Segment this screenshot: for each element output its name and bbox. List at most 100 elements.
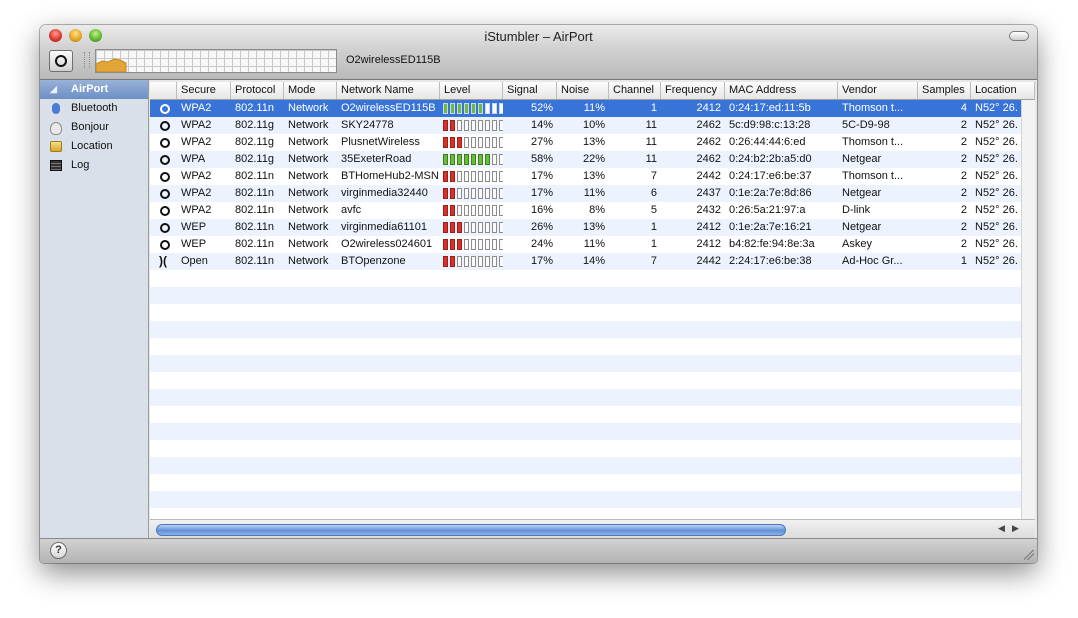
frequency-cell: 2412	[696, 102, 721, 114]
mac-address-cell: 0:26:5a:21:97:a	[729, 204, 806, 216]
column-header-protocol[interactable]: Protocol	[231, 82, 284, 99]
network-ring-icon	[160, 121, 170, 131]
frequency-cell: 2412	[696, 238, 721, 250]
frequency-cell: 2432	[696, 204, 721, 216]
help-button[interactable]: ?	[50, 542, 67, 559]
samples-cell: 2	[960, 170, 967, 182]
level-segment	[464, 120, 469, 131]
mac-address-cell: 0:26:44:44:6:ed	[729, 136, 806, 148]
resize-grip-icon[interactable]	[1024, 550, 1034, 560]
level-segment	[485, 137, 490, 148]
samples-cell: 2	[960, 136, 967, 148]
scan-toggle-button[interactable]	[49, 50, 73, 72]
mode-cell: Network	[288, 136, 329, 148]
protocol-cell: 802.11n	[235, 204, 274, 216]
level-segment	[464, 256, 469, 267]
network-ring-icon	[160, 138, 170, 148]
column-header-location[interactable]: Location	[971, 82, 1035, 99]
level-segment	[443, 239, 448, 250]
level-segment	[457, 154, 462, 165]
column-header-frequency[interactable]: Frequency	[661, 82, 725, 99]
empty-table-row	[150, 372, 1022, 389]
protocol-cell: 802.11g	[235, 136, 274, 148]
level-segment	[457, 137, 462, 148]
column-header-noise[interactable]: Noise	[557, 82, 609, 99]
bonjour-icon	[50, 122, 62, 135]
network-name-cell: PlusnetWireless	[341, 136, 420, 148]
column-header-secure[interactable]: Secure	[177, 82, 231, 99]
mode-cell: Network	[288, 221, 329, 233]
level-segment	[443, 256, 448, 267]
network-ring-icon	[160, 104, 170, 114]
vendor-cell: Thomson t...	[842, 102, 904, 114]
table-row[interactable]: )(Open 802.11n Network BTOpenzone 17% 14% 7 244…	[150, 253, 1022, 270]
mac-address-cell: 0:24:17:ed:11:5b	[729, 102, 811, 114]
column-header-channel[interactable]: Channel	[609, 82, 661, 99]
secure-cell: WEP	[181, 238, 207, 250]
horizontal-scrollbar[interactable]: ◀ ▶	[150, 519, 1035, 538]
scroll-right-arrow[interactable]: ▶	[1012, 523, 1019, 534]
table-row[interactable]: WEP 802.11n Network O2wireless024601 24% 11% 1…	[150, 236, 1022, 253]
network-table[interactable]: Secure Protocol Mode Network Name Level Signa…	[150, 82, 1035, 538]
sidebar-item-log[interactable]: Log	[40, 156, 148, 175]
table-row[interactable]: WPA2 802.11g Network SKY24778 14% 10% 11 2462 5c…	[150, 117, 1022, 134]
level-meter	[440, 168, 503, 185]
horizontal-scroll-thumb[interactable]	[156, 524, 786, 536]
level-meter	[440, 253, 503, 270]
column-header-status[interactable]	[150, 82, 177, 99]
protocol-cell: 802.11g	[235, 119, 274, 131]
empty-table-row	[150, 474, 1022, 491]
column-header-mode[interactable]: Mode	[284, 82, 337, 99]
vertical-scrollbar[interactable]	[1021, 100, 1035, 520]
status-cell	[150, 168, 177, 185]
column-header-mac-address[interactable]: MAC Address	[725, 82, 838, 99]
network-name-cell: SKY24778	[341, 119, 394, 131]
column-header-samples[interactable]: Samples	[918, 82, 971, 99]
sidebar-item-bonjour[interactable]: Bonjour	[40, 118, 148, 137]
level-segment	[450, 154, 455, 165]
table-row[interactable]: WPA2 802.11g Network PlusnetWireless 27% 13% 1…	[150, 134, 1022, 151]
sidebar-item-label: Location	[71, 140, 113, 152]
level-segment	[492, 171, 497, 182]
column-header-vendor[interactable]: Vendor	[838, 82, 918, 99]
frequency-cell: 2462	[696, 153, 721, 165]
level-segment	[464, 205, 469, 216]
scroll-left-arrow[interactable]: ◀	[998, 523, 1005, 534]
table-row[interactable]: WPA2 802.11n Network O2wirelessED115B 52% 11%…	[150, 100, 1022, 117]
toolbar-toggle-button[interactable]	[1009, 31, 1029, 41]
mode-cell: Network	[288, 153, 329, 165]
level-segment	[450, 222, 455, 233]
level-segment	[478, 205, 483, 216]
level-segment	[457, 205, 462, 216]
empty-table-row	[150, 287, 1022, 304]
current-network-label: O2wirelessED115B	[346, 54, 441, 66]
level-segment	[485, 205, 490, 216]
secure-cell: WPA2	[181, 102, 212, 114]
level-segment	[492, 154, 497, 165]
table-header: Secure Protocol Mode Network Name Level Signa…	[150, 82, 1035, 100]
location-icon	[50, 141, 62, 152]
sidebar-item-bluetooth[interactable]: Bluetooth	[40, 99, 148, 118]
column-header-signal[interactable]: Signal	[503, 82, 557, 99]
table-row[interactable]: WPA 802.11g Network 35ExeterRoad 58% 22% 11 246…	[150, 151, 1022, 168]
samples-cell: 2	[960, 204, 967, 216]
network-ring-icon	[160, 172, 170, 182]
network-name-cell: O2wireless024601	[341, 238, 433, 250]
sidebar-item-location[interactable]: Location	[40, 137, 148, 156]
protocol-cell: 802.11n	[235, 102, 274, 114]
column-header-level[interactable]: Level	[440, 82, 503, 99]
network-name-cell: O2wirelessED115B	[341, 102, 436, 114]
level-segment	[457, 103, 462, 114]
sidebar-item-airport[interactable]: ◢ AirPort	[40, 80, 148, 99]
vendor-cell: Netgear	[842, 187, 882, 199]
signal-cell: 14%	[530, 119, 553, 131]
signal-cell: 16%	[530, 204, 553, 216]
network-ring-icon	[160, 240, 170, 250]
table-row[interactable]: WEP 802.11n Network virginmedia61101 26% 13% 1…	[150, 219, 1022, 236]
table-row[interactable]: WPA2 802.11n Network avfc 16% 8% 5 2432 0:26:5a:…	[150, 202, 1022, 219]
table-row[interactable]: WPA2 802.11n Network virginmedia32440 17% 11%…	[150, 185, 1022, 202]
table-row[interactable]: WPA2 802.11n Network BTHomeHub2-MSN 17% 13% 7 2…	[150, 168, 1022, 185]
signal-level-bar	[443, 256, 503, 267]
column-header-network-name[interactable]: Network Name	[337, 82, 440, 99]
signal-cell: 24%	[530, 238, 553, 250]
